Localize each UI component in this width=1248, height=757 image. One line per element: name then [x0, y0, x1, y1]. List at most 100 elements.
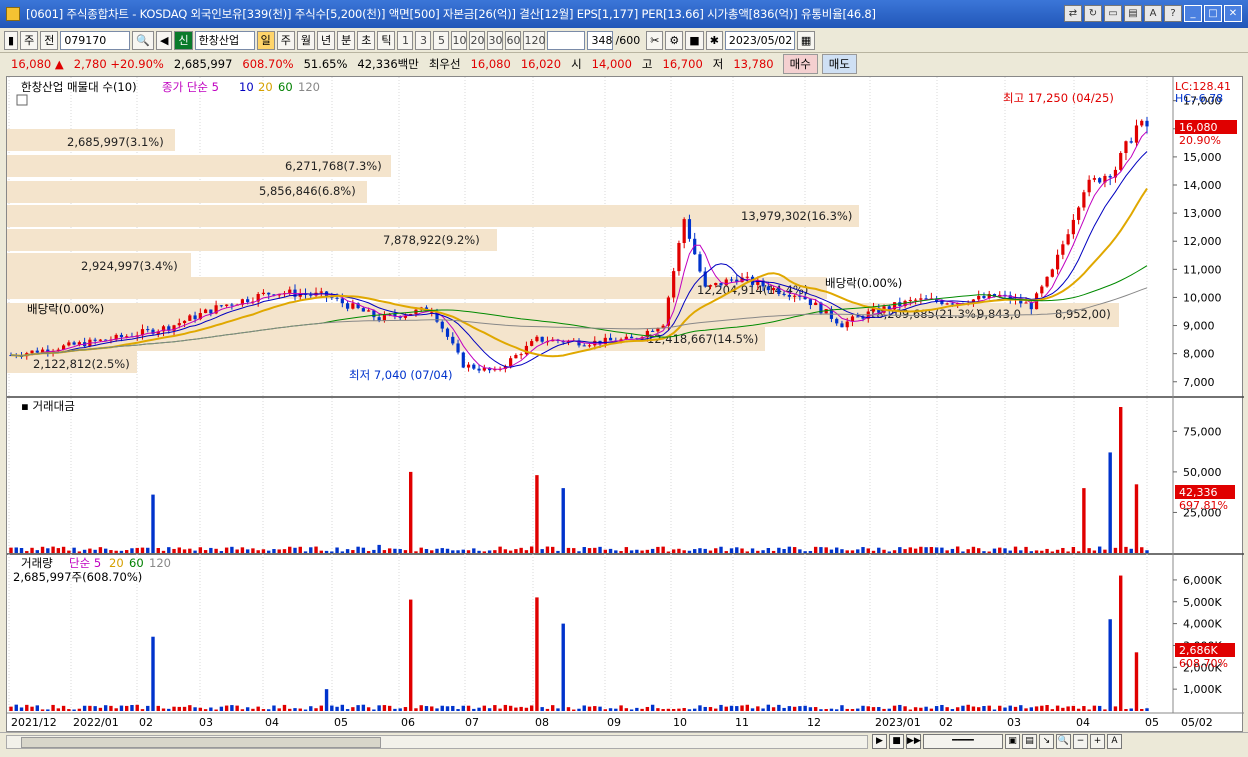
stock-name-field[interactable]: 한창산업 — [194, 30, 255, 50]
candle — [319, 291, 323, 293]
volume-bar — [887, 551, 891, 553]
volume-bar — [245, 549, 250, 553]
play-icon[interactable]: ▶ — [872, 734, 887, 749]
period-month[interactable]: 월 — [296, 30, 315, 50]
volume-bar — [188, 548, 192, 553]
chart-area[interactable]: 2,685,997(3.1%) 6,271,768(7.3%) 5,856,846(… — [6, 76, 1244, 733]
volume-bar — [430, 706, 434, 711]
font-icon[interactable]: A — [1144, 5, 1162, 22]
volume-bar — [645, 549, 650, 553]
interval-120[interactable]: 120 — [523, 30, 546, 50]
x-tick-label: 2023/01 — [875, 716, 921, 729]
volume-bar — [114, 708, 118, 711]
stop-icon[interactable]: ■ — [889, 734, 904, 749]
zoom-slider[interactable]: ━━━━ — [923, 734, 1003, 749]
save-icon[interactable]: ■ — [685, 30, 704, 50]
scroll-thumb[interactable] — [21, 737, 381, 748]
search-icon[interactable]: 🔍 — [132, 30, 155, 50]
volume-bar — [898, 547, 902, 553]
volume-bar — [103, 705, 108, 711]
candle — [945, 303, 949, 305]
interval-20[interactable]: 20 — [469, 30, 486, 50]
sell-button[interactable]: 매도 — [821, 54, 857, 74]
zoom-icon[interactable]: 🔍 — [1056, 734, 1071, 749]
chart-type-icon[interactable]: ▮ — [4, 30, 19, 50]
split-icon[interactable]: ▤ — [1022, 734, 1037, 749]
best-bid: 16,020 — [520, 57, 562, 71]
candle — [98, 339, 103, 341]
stock-chart[interactable]: 2,685,997(3.1%) 6,271,768(7.3%) 5,856,846(… — [7, 77, 1244, 733]
mode-all-button[interactable]: 전 — [40, 30, 59, 50]
volume-bar — [277, 549, 281, 553]
period-year[interactable]: 년 — [316, 30, 336, 50]
candle — [461, 352, 465, 368]
fast-forward-icon[interactable]: ▶▶ — [906, 734, 921, 749]
candle — [35, 350, 39, 353]
buy-button[interactable]: 매수 — [782, 54, 818, 74]
period-week[interactable]: 주 — [276, 30, 295, 50]
x-tick-label: 08 — [535, 716, 549, 729]
tools-icon[interactable]: ✂ — [646, 30, 664, 50]
window-icon[interactable]: ▭ — [1104, 5, 1122, 22]
volume-bar — [919, 707, 923, 711]
interval-input[interactable] — [547, 30, 586, 50]
candle — [440, 321, 444, 329]
help-icon[interactable]: ? — [1164, 5, 1182, 22]
volume-bar — [808, 707, 813, 711]
interval-1[interactable]: 1 — [397, 30, 414, 50]
period-tick[interactable]: 틱 — [377, 30, 396, 50]
volume-bar — [487, 708, 492, 711]
plus-icon[interactable]: + — [1090, 734, 1105, 749]
interval-10[interactable]: 10 — [451, 30, 468, 50]
font-size-icon[interactable]: A — [1107, 734, 1122, 749]
period-second[interactable]: 초 — [357, 30, 376, 50]
interval-30[interactable]: 30 — [487, 30, 504, 50]
volume-bar — [224, 547, 229, 553]
volume-bar — [1066, 706, 1070, 711]
candle — [477, 368, 481, 371]
count-input[interactable]: 348 — [587, 30, 614, 50]
volume-bar — [945, 707, 949, 711]
volume-bar — [214, 548, 218, 553]
gear-icon[interactable]: ✱ — [705, 30, 723, 50]
volume-bar — [719, 704, 723, 711]
grid-icon[interactable] — [16, 94, 28, 106]
speaker-icon[interactable]: ◀ — [156, 30, 173, 50]
interval-60[interactable]: 60 — [505, 30, 522, 50]
settings-icon[interactable]: ⚙ — [665, 30, 684, 50]
link-icon[interactable]: ⇄ — [1064, 5, 1082, 22]
volume-bar — [977, 707, 981, 711]
close-button[interactable]: ✕ — [1224, 5, 1242, 22]
volume-bar — [61, 546, 66, 553]
candle — [182, 320, 187, 324]
period-day[interactable]: 일 — [256, 30, 275, 50]
chart-scrollbar[interactable] — [6, 735, 868, 749]
bar-tick-label: 4,000K — [1183, 618, 1222, 631]
minus-icon[interactable]: − — [1073, 734, 1088, 749]
candle — [682, 219, 686, 244]
arrow-icon[interactable]: ↘ — [1039, 734, 1054, 749]
volume-bar — [361, 547, 366, 553]
volume-bar — [25, 704, 29, 711]
refresh-icon[interactable]: ↻ — [1084, 5, 1102, 22]
candle — [1087, 179, 1091, 193]
layout-icon[interactable]: ▣ — [1005, 734, 1020, 749]
minimize-button[interactable]: _ — [1184, 5, 1202, 22]
maximize-button[interactable]: □ — [1204, 5, 1222, 22]
code-input[interactable]: 079170 — [60, 30, 131, 50]
interval-5[interactable]: 5 — [433, 30, 450, 50]
volume-bar — [1024, 708, 1028, 711]
volume-bar — [498, 708, 502, 711]
volume-bar — [377, 544, 381, 553]
period-minute[interactable]: 분 — [337, 30, 356, 50]
mode-select[interactable]: 주 — [20, 30, 39, 50]
x-tick-label: 2021/12 — [11, 716, 57, 729]
print-icon[interactable]: ▤ — [1124, 5, 1142, 22]
calendar-icon[interactable]: ▦ — [796, 30, 816, 50]
volume-bar — [109, 550, 113, 553]
interval-3[interactable]: 3 — [415, 30, 432, 50]
volume-bar — [824, 547, 828, 553]
date-input[interactable]: 2023/05/02 — [724, 30, 795, 50]
volume-bar — [835, 547, 839, 553]
volume-bar — [46, 709, 50, 711]
